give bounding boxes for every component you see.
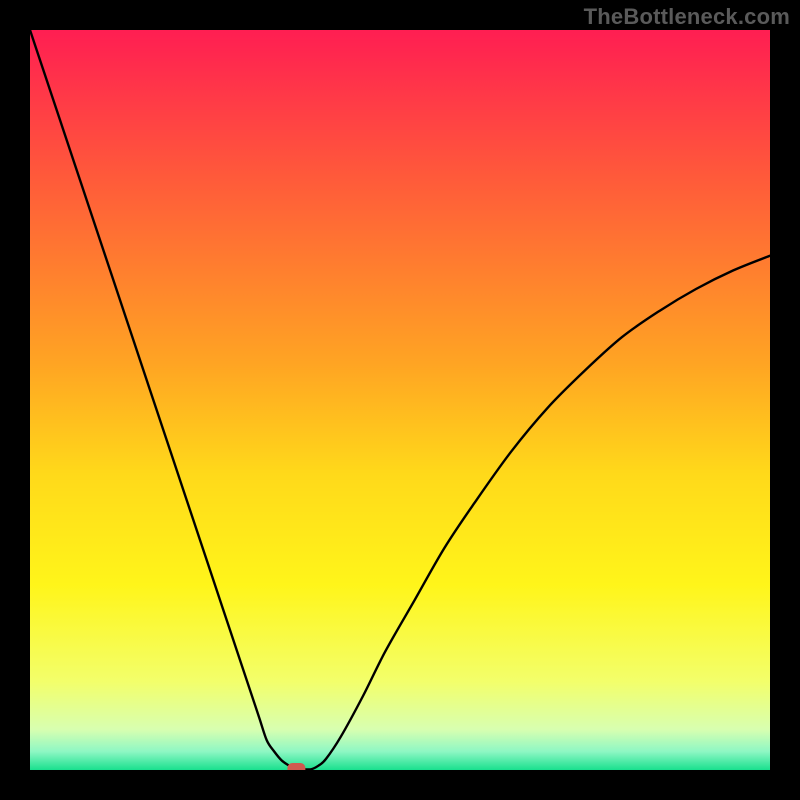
optimal-marker [287,763,305,770]
chart-background [30,30,770,770]
plot-area [30,30,770,770]
watermark-text: TheBottleneck.com [584,4,790,30]
chart-frame: TheBottleneck.com [0,0,800,800]
chart-svg [30,30,770,770]
